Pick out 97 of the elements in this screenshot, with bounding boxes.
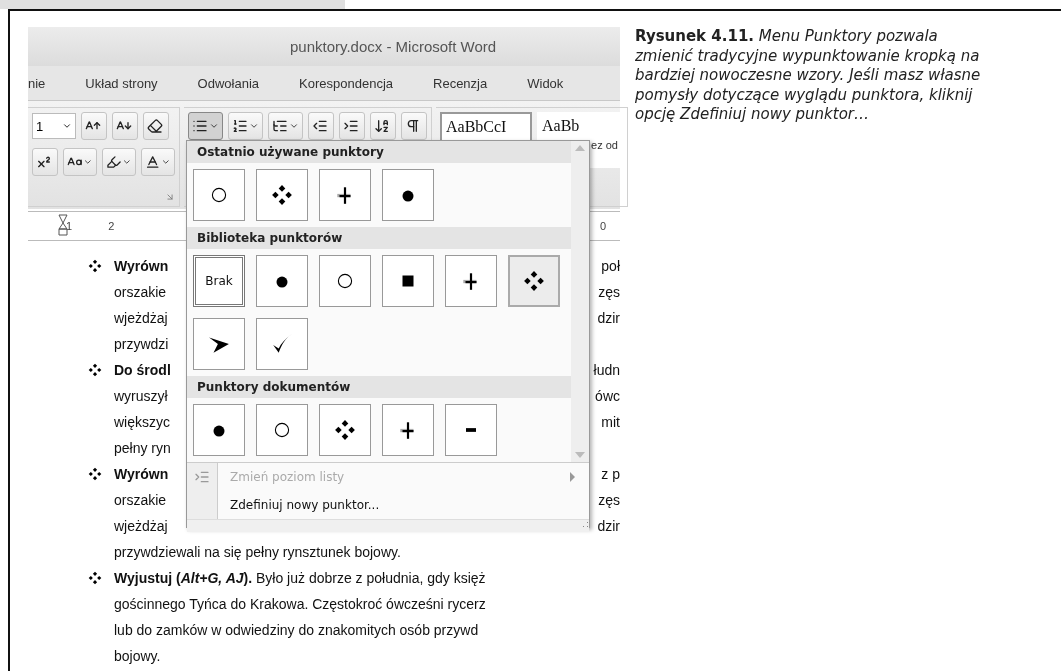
document-text: wjeżdżaj bbox=[114, 518, 168, 534]
toolbar-button[interactable] bbox=[143, 112, 169, 140]
multilevel-list-icon bbox=[272, 118, 288, 134]
document-text: gościnnego Tyńca do Krakowa. Częstokroć ówcześni rycerz bbox=[114, 596, 486, 612]
font-size-field[interactable]: 1 bbox=[32, 113, 76, 139]
toolbar-button[interactable] bbox=[63, 148, 97, 176]
numbered-list-icon bbox=[232, 118, 248, 134]
toolbar-button[interactable] bbox=[112, 112, 138, 140]
toolbar-button[interactable] bbox=[401, 112, 427, 140]
caret-icon bbox=[289, 121, 299, 131]
pilcrow-icon bbox=[405, 118, 421, 134]
style-sample: AaBbCcI bbox=[446, 118, 508, 136]
bullet-option[interactable] bbox=[319, 404, 371, 456]
document-text: orszakie bbox=[114, 492, 167, 508]
caret-icon bbox=[249, 121, 259, 131]
bullet-option[interactable] bbox=[382, 169, 434, 221]
document-text: przywdziewali na się pełny rynsztunek bojowy. bbox=[114, 544, 401, 560]
caret-icon bbox=[209, 121, 219, 131]
document-text: ówc bbox=[595, 388, 620, 404]
document-text: dzir bbox=[597, 518, 620, 534]
document-text: Wyrówn bbox=[114, 258, 169, 274]
indent-marker-icon[interactable] bbox=[58, 214, 68, 236]
ruler-number: 1 bbox=[66, 220, 73, 232]
highlighter-icon bbox=[106, 154, 122, 170]
bullet-list-icon bbox=[192, 118, 208, 134]
bullet-option[interactable] bbox=[193, 318, 245, 370]
document-text: zęs bbox=[598, 492, 620, 508]
caret-icon bbox=[161, 157, 171, 167]
bullet-option[interactable] bbox=[193, 404, 245, 456]
ribbon-tab[interactable]: Układ strony bbox=[85, 75, 158, 91]
document-text: zęs bbox=[598, 284, 620, 300]
document-text: Wyrówn bbox=[114, 466, 169, 482]
toolbar-button[interactable] bbox=[370, 112, 396, 140]
document-text: Do środl bbox=[114, 362, 171, 378]
document-text: wyruszył bbox=[114, 388, 168, 404]
ribbon-tab[interactable]: nie bbox=[28, 75, 46, 91]
toolbar-button[interactable] bbox=[228, 112, 263, 140]
document-text: bojowy. bbox=[114, 648, 161, 664]
menu-item-label: Zmień poziom listy bbox=[229, 470, 346, 484]
dash-icon bbox=[466, 428, 476, 432]
toolbar-button[interactable] bbox=[308, 112, 334, 140]
ribbon-tab[interactable]: Widok bbox=[527, 75, 564, 91]
bullet-option[interactable] bbox=[382, 255, 434, 307]
section-heading: Biblioteka punktorów bbox=[187, 227, 571, 249]
document-text: dzir bbox=[597, 310, 620, 326]
menu-item[interactable]: Zdefiniuj nowy punktor... bbox=[187, 491, 589, 519]
style-sample: AaBb bbox=[542, 117, 581, 135]
toolbar-button[interactable] bbox=[339, 112, 365, 140]
superscript-icon bbox=[36, 154, 52, 170]
caret-icon bbox=[83, 157, 93, 167]
document-text: poł bbox=[601, 258, 620, 274]
four-diamond-icon bbox=[271, 184, 293, 206]
document-text: wjeżdżaj bbox=[114, 310, 168, 326]
section-heading: Ostatnio używane punktory bbox=[187, 141, 571, 163]
ribbon-tab[interactable]: Recenzja bbox=[433, 75, 488, 91]
four-diamond-icon bbox=[523, 270, 545, 292]
eraser-icon bbox=[147, 118, 163, 134]
dialog-launcher-icon[interactable] bbox=[165, 192, 175, 202]
toolbar-button[interactable] bbox=[268, 112, 303, 140]
caret-icon bbox=[122, 157, 132, 167]
toolbar-button[interactable] bbox=[32, 148, 58, 176]
toolbar-button[interactable] bbox=[81, 112, 107, 140]
four-diamond-icon bbox=[88, 571, 102, 585]
ruler-number: 0 bbox=[599, 220, 607, 232]
ruler-number: 2 bbox=[108, 220, 115, 232]
four-diamond-icon bbox=[88, 259, 102, 273]
window-title: punktory.docx - Microsoft Word bbox=[290, 38, 497, 55]
caret-icon bbox=[62, 121, 72, 131]
toolbar-button[interactable] bbox=[102, 148, 136, 176]
figure-caption: Rysunek 4.11. Menu Punktory pozwala zmienić tradycyjne wypunktowanie kropką na bardziej nowoczesne wzory. Jeśli masz własne pomysły dotyczące wyglądu punktora, kliknij opcję Zdefiniuj nowy punktor… bbox=[635, 27, 982, 125]
section-heading: Punktory dokumentów bbox=[187, 376, 571, 398]
document-text: orszakie bbox=[114, 284, 167, 300]
menu-item-label: Zdefiniuj nowy punktor... bbox=[229, 498, 381, 512]
document-text: Wyjustuj (Alt+G, AJ). Było już dobrze z południa, gdy księż bbox=[114, 570, 486, 586]
document-text: łudn bbox=[593, 362, 620, 378]
document-text: większyc bbox=[114, 414, 170, 430]
indent-icon bbox=[343, 118, 359, 134]
document-text: mit bbox=[601, 414, 620, 430]
sort-icon bbox=[374, 118, 390, 134]
style-name: ez od bbox=[591, 139, 618, 151]
four-diamond-icon bbox=[88, 363, 102, 377]
document-text: pełny ryn bbox=[114, 440, 171, 456]
bullet-option[interactable]: Brak bbox=[193, 255, 245, 307]
document-text: z p bbox=[601, 466, 620, 482]
bullet-option[interactable] bbox=[256, 255, 308, 307]
ribbon-tab[interactable]: Odwołania bbox=[197, 75, 260, 91]
outdent-icon bbox=[312, 118, 328, 134]
list-level-icon bbox=[194, 469, 210, 485]
ribbon-tab[interactable]: Korespondencja bbox=[299, 75, 393, 91]
font-color-icon bbox=[145, 154, 161, 170]
toolbar-button[interactable] bbox=[141, 148, 175, 176]
four-diamond-icon bbox=[334, 419, 356, 441]
bullet-option[interactable] bbox=[508, 255, 560, 307]
document-text: lub do zamków w odwiedziny do znakomitych osób przywd bbox=[114, 622, 479, 638]
bullet-option[interactable] bbox=[256, 169, 308, 221]
four-diamond-icon bbox=[88, 467, 102, 481]
document-text: przywdzi bbox=[114, 336, 169, 352]
